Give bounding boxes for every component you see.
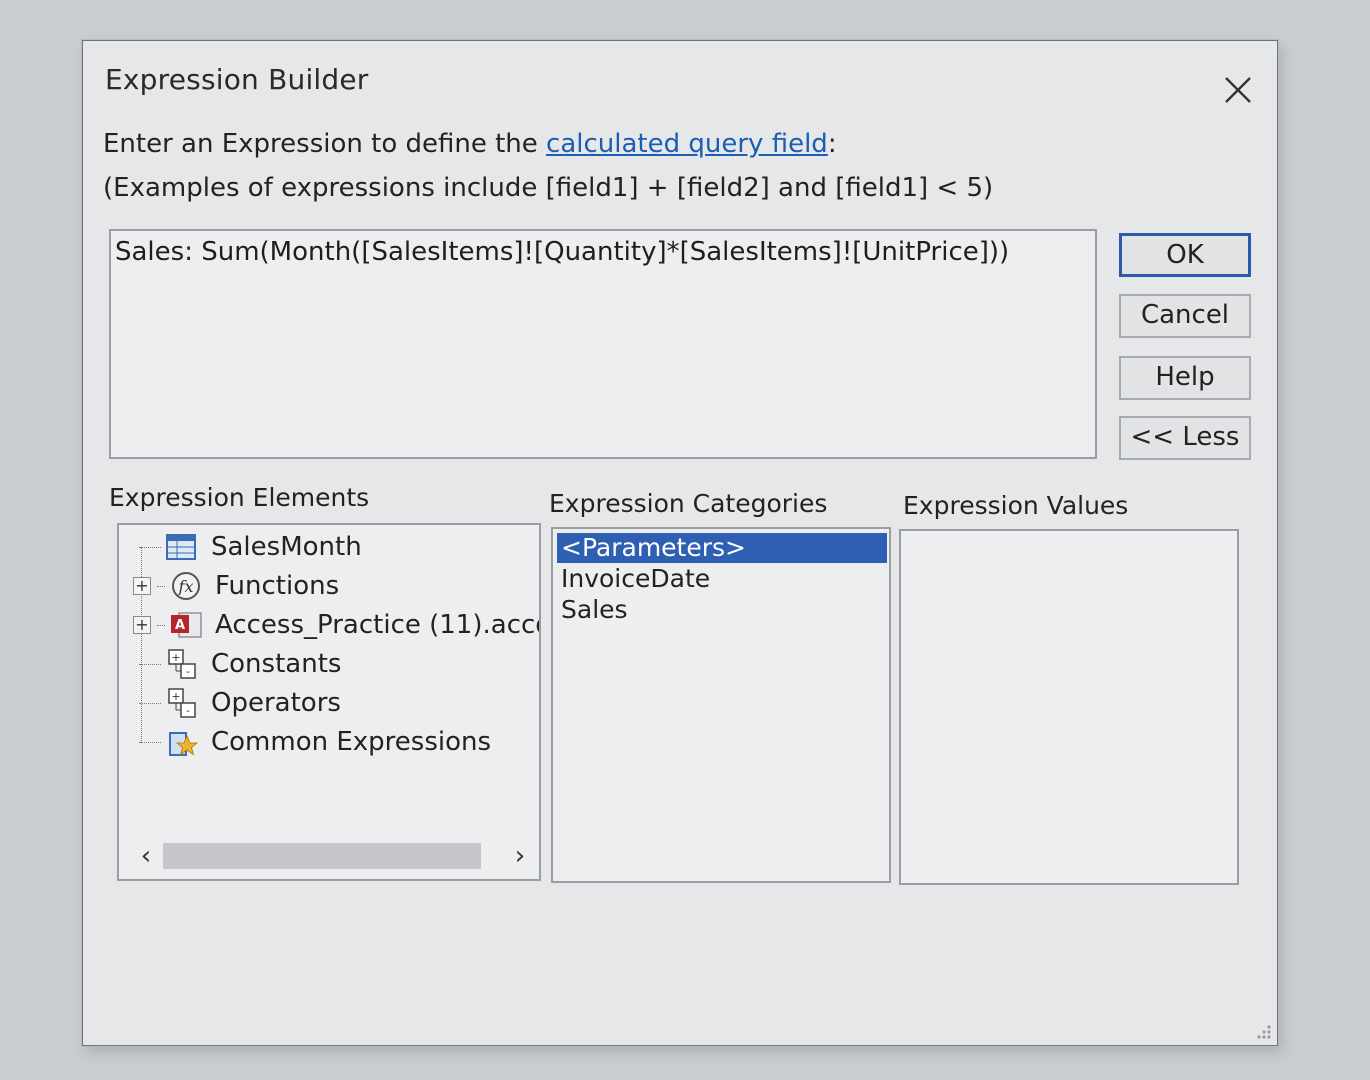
- common-expressions-icon: [165, 726, 199, 758]
- query-icon: [165, 531, 199, 563]
- svg-text:+: +: [171, 651, 180, 664]
- close-icon[interactable]: [1221, 73, 1255, 107]
- function-icon: fx: [169, 570, 203, 602]
- svg-text:-: -: [186, 704, 190, 717]
- tree-item-label: SalesMonth: [211, 532, 362, 562]
- tree-item-label: Operators: [211, 688, 341, 718]
- intro-line: Enter an Expression to define the calcul…: [103, 129, 837, 159]
- tree-item-operators[interactable]: + - Operators: [133, 685, 341, 721]
- expression-categories-label: Expression Categories: [549, 489, 828, 518]
- less-button[interactable]: << Less: [1119, 416, 1251, 460]
- svg-text:fx: fx: [178, 577, 194, 596]
- expression-values-label: Expression Values: [903, 491, 1129, 520]
- tree-item-salesmonth[interactable]: SalesMonth: [133, 529, 362, 565]
- category-item-parameters[interactable]: <Parameters>: [557, 533, 887, 563]
- tree-item-label: Common Expressions: [211, 727, 492, 757]
- scroll-right-icon[interactable]: ›: [505, 839, 535, 873]
- expression-elements-label: Expression Elements: [109, 483, 370, 512]
- tree-connector-dots: [139, 663, 161, 665]
- help-button[interactable]: Help: [1119, 356, 1251, 400]
- dialog-title: Expression Builder: [105, 63, 369, 96]
- calculated-query-field-link[interactable]: calculated query field: [546, 129, 828, 159]
- intro-text: Enter an Expression to define the: [103, 129, 547, 159]
- horizontal-scrollbar[interactable]: ‹ ›: [129, 839, 537, 873]
- constants-icon: + -: [165, 648, 199, 680]
- tree-connector-dots: [157, 624, 165, 626]
- scroll-left-icon[interactable]: ‹: [131, 839, 161, 873]
- svg-text:A: A: [175, 618, 185, 633]
- tree-item-common-expressions[interactable]: Common Expressions: [133, 724, 491, 760]
- ok-button[interactable]: OK: [1119, 233, 1251, 277]
- expression-elements-tree[interactable]: SalesMonth + fx Functions + A Access_Pra…: [117, 523, 541, 881]
- tree-item-label: Constants: [211, 649, 342, 679]
- expression-values-list[interactable]: [899, 529, 1239, 885]
- expression-input[interactable]: [109, 229, 1097, 459]
- expression-builder-dialog: Expression Builder Enter an Expression t…: [82, 40, 1278, 1046]
- expand-icon[interactable]: +: [133, 616, 151, 634]
- svg-text:+: +: [171, 690, 180, 703]
- category-item-invoicedate[interactable]: InvoiceDate: [557, 564, 887, 594]
- intro-suffix: :: [827, 129, 837, 159]
- category-item-sales[interactable]: Sales: [557, 595, 887, 625]
- tree-connector-dots: [157, 585, 165, 587]
- tree-item-label: Functions: [215, 571, 340, 601]
- examples-text: (Examples of expressions include [field1…: [103, 173, 994, 203]
- expression-categories-list[interactable]: <Parameters> InvoiceDate Sales: [551, 527, 891, 883]
- tree-item-access-practice[interactable]: + A Access_Practice (11).accd: [133, 607, 541, 643]
- cancel-button[interactable]: Cancel: [1119, 294, 1251, 338]
- tree-connector-dots: [139, 741, 161, 743]
- tree-item-label: Access_Practice (11).accd: [215, 610, 541, 640]
- svg-text:-: -: [186, 665, 190, 678]
- tree-item-constants[interactable]: + - Constants: [133, 646, 341, 682]
- tree-item-functions[interactable]: + fx Functions: [133, 568, 339, 604]
- scrollbar-thumb[interactable]: [163, 843, 481, 869]
- access-database-icon: A: [169, 609, 203, 641]
- expand-icon[interactable]: +: [133, 577, 151, 595]
- resize-grip-icon[interactable]: [1253, 1021, 1273, 1041]
- operators-icon: + -: [165, 687, 199, 719]
- tree-connector-dots: [139, 546, 161, 548]
- tree-connector-dots: [139, 702, 161, 704]
